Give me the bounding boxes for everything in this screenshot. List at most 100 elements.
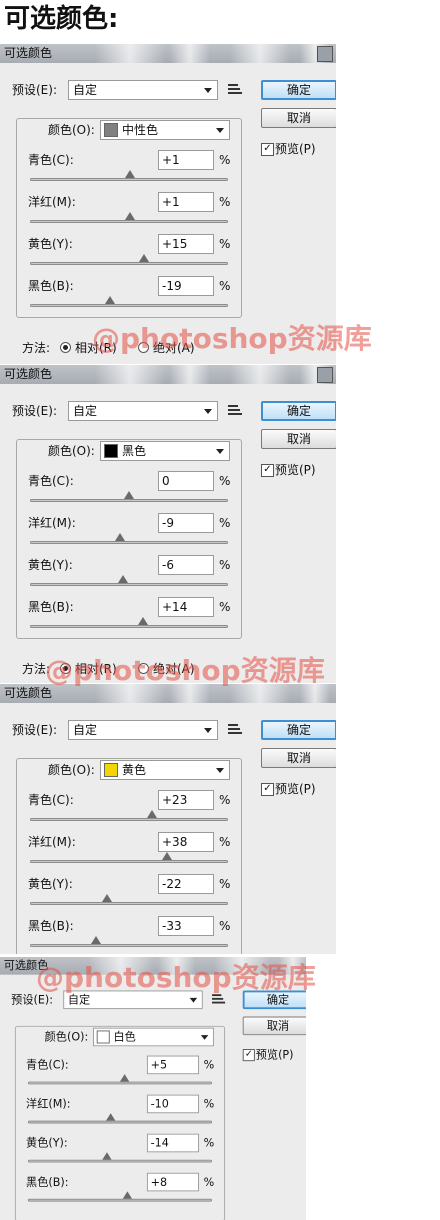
slider-thumb[interactable] [124, 212, 135, 220]
color-value: 黑色 [122, 444, 147, 458]
slider-track[interactable] [27, 1120, 213, 1124]
preset-options-menu-icon[interactable] [228, 84, 242, 96]
slider-track[interactable] [30, 902, 228, 905]
slider-value-input[interactable]: +38 [158, 832, 214, 852]
slider-track[interactable] [27, 1159, 213, 1163]
slider-value-input[interactable]: -22 [158, 874, 214, 894]
preview-checkbox[interactable]: ✓ [242, 1049, 255, 1062]
slider-value-input[interactable]: -6 [158, 555, 214, 575]
preview-label: 预览(P) [275, 782, 316, 796]
slider-track[interactable] [30, 860, 228, 863]
color-label: 颜色(O): [48, 444, 95, 458]
slider-label: 洋红(M): [28, 835, 76, 849]
dialog-title-bar[interactable]: 可选颜色 [0, 44, 336, 63]
slider-track[interactable] [30, 178, 228, 181]
slider-thumb[interactable] [119, 1074, 130, 1082]
slider-track[interactable] [30, 944, 228, 947]
preview-checkbox[interactable]: ✓ [261, 783, 274, 796]
slider-value-input[interactable]: -14 [146, 1133, 200, 1153]
selective-color-dialog: 可选颜色 预设(E): 自定 确定 取消 ✓ 预览(P) 颜色(O): 白色 青色(C): +5% 洋… [0, 957, 306, 1220]
cancel-button[interactable]: 取消 [242, 1016, 306, 1036]
method-radio[interactable] [60, 342, 71, 353]
slider-value-input[interactable]: +8 [146, 1172, 200, 1192]
preset-select[interactable]: 自定 [68, 401, 218, 421]
slider-thumb[interactable] [161, 852, 172, 860]
slider-value-input[interactable]: +1 [158, 192, 214, 212]
percent-unit: % [203, 1175, 215, 1189]
dialog-body: 可选颜色 预设(E): 自定 确定 取消 ✓ 预览(P) 颜色(O): 中性色 青色(C): +1%… [0, 44, 336, 364]
slider-value-input[interactable]: +14 [158, 597, 214, 617]
slider-track[interactable] [27, 1198, 213, 1202]
slider-thumb[interactable] [124, 491, 134, 499]
preset-select[interactable]: 自定 [68, 80, 218, 100]
slider-value-input[interactable]: 0 [158, 471, 214, 491]
slider-track[interactable] [30, 625, 228, 628]
slider-thumb[interactable] [105, 296, 116, 304]
cancel-button[interactable]: 取消 [261, 429, 336, 449]
slider-thumb[interactable] [118, 575, 129, 583]
close-icon[interactable] [317, 367, 333, 383]
close-icon[interactable] [317, 46, 333, 62]
ok-button[interactable]: 确定 [261, 720, 336, 740]
cancel-button[interactable]: 取消 [261, 108, 336, 128]
slider-label: 洋红(M): [28, 516, 76, 530]
color-select[interactable]: 黄色 [100, 760, 230, 780]
selective-color-dialog: 可选颜色 预设(E): 自定 确定 取消 ✓ 预览(P) 颜色(O): 黑色 青色(C): 0% 洋红… [0, 365, 336, 683]
slider-thumb[interactable] [102, 1152, 112, 1160]
slider-thumb[interactable] [137, 617, 148, 625]
slider-value-input[interactable]: -9 [158, 513, 214, 533]
slider-track[interactable] [27, 1081, 213, 1085]
preset-label: 预设(E): [12, 83, 57, 97]
slider-value-input[interactable]: +15 [158, 234, 214, 254]
slider-thumb[interactable] [102, 894, 113, 902]
color-swatch [96, 1030, 110, 1044]
slider-thumb[interactable] [91, 936, 102, 944]
slider-thumb[interactable] [138, 254, 149, 262]
slider-label: 黄色(Y): [28, 877, 73, 891]
preview-checkbox[interactable]: ✓ [261, 143, 274, 156]
percent-unit: % [203, 1097, 215, 1111]
color-select[interactable]: 黑色 [100, 441, 230, 461]
preset-options-menu-icon[interactable] [228, 405, 242, 417]
ok-button[interactable]: 确定 [261, 401, 336, 421]
dialog-title: 可选颜色 [4, 686, 53, 700]
slider-thumb[interactable] [106, 1113, 116, 1121]
slider-value-input[interactable]: +5 [146, 1055, 200, 1075]
percent-unit: % [219, 153, 231, 167]
color-value: 白色 [113, 1030, 136, 1044]
slider-thumb[interactable] [146, 810, 157, 818]
slider-value-input[interactable]: +1 [158, 150, 214, 170]
preset-value: 自定 [73, 723, 98, 737]
slider-thumb[interactable] [124, 170, 135, 178]
cancel-button[interactable]: 取消 [261, 748, 336, 768]
slider-label: 洋红(M): [28, 195, 76, 209]
color-select[interactable]: 白色 [93, 1027, 214, 1047]
ok-button[interactable]: 确定 [261, 80, 336, 100]
slider-thumb[interactable] [115, 533, 126, 541]
chevron-down-icon [204, 88, 212, 93]
slider-value-input[interactable]: -19 [158, 276, 214, 296]
slider-thumb[interactable] [122, 1191, 132, 1199]
slider-track[interactable] [30, 220, 228, 223]
slider-track[interactable] [30, 541, 228, 544]
slider-track[interactable] [30, 583, 228, 586]
slider-track[interactable] [30, 304, 228, 307]
slider-track[interactable] [30, 818, 228, 821]
slider-label: 黑色(B): [28, 919, 74, 933]
preset-options-menu-icon[interactable] [212, 994, 226, 1005]
dialog-title-bar[interactable]: 可选颜色 [0, 365, 336, 384]
page-heading: 可选颜色: [4, 4, 119, 34]
slider-track[interactable] [30, 499, 228, 502]
preview-checkbox[interactable]: ✓ [261, 464, 274, 477]
slider-label: 洋红(M): [26, 1097, 71, 1111]
preview-label: 预览(P) [275, 463, 316, 477]
preset-options-menu-icon[interactable] [228, 724, 242, 736]
percent-unit: % [219, 516, 231, 530]
color-select[interactable]: 中性色 [100, 120, 230, 140]
preset-select[interactable]: 自定 [68, 720, 218, 740]
slider-value-input[interactable]: -10 [146, 1094, 200, 1114]
slider-value-input[interactable]: +23 [158, 790, 214, 810]
slider-track[interactable] [30, 262, 228, 265]
slider-value-input[interactable]: -33 [158, 916, 214, 936]
chevron-down-icon [204, 409, 212, 414]
